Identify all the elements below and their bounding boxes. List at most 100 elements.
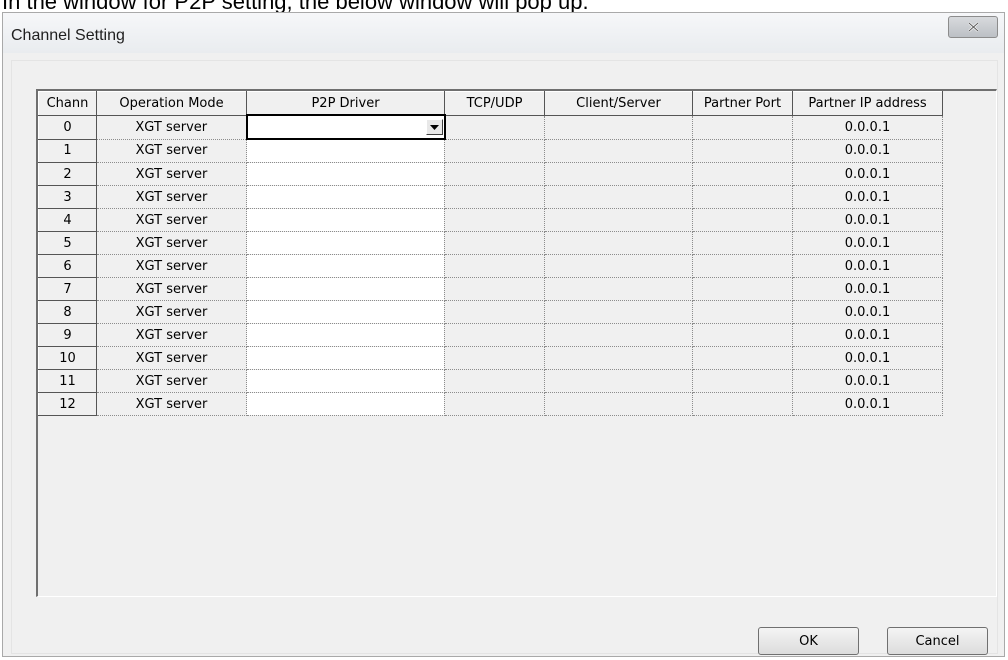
partner-port-cell[interactable] (692, 139, 793, 163)
tcp-udp-cell[interactable] (444, 162, 545, 186)
operation-mode-cell[interactable]: XGT server (96, 323, 247, 347)
column-header-channel[interactable]: Chann (38, 91, 97, 116)
p2p-driver-cell[interactable] (246, 392, 445, 416)
p2p-driver-cell[interactable] (246, 346, 445, 370)
tcp-udp-cell[interactable] (444, 277, 545, 301)
operation-mode-cell[interactable]: XGT server (96, 369, 247, 393)
cancel-button[interactable]: Cancel (887, 627, 988, 655)
title-bar[interactable]: Channel Setting (3, 13, 1004, 53)
column-header-operation-mode[interactable]: Operation Mode (96, 91, 247, 116)
partner-ip-cell[interactable]: 0.0.0.1 (792, 323, 943, 347)
channel-number-cell[interactable]: 7 (38, 277, 97, 301)
p2p-driver-cell[interactable] (246, 369, 445, 393)
operation-mode-cell[interactable]: XGT server (96, 115, 247, 140)
operation-mode-cell[interactable]: XGT server (96, 162, 247, 186)
operation-mode-cell[interactable]: XGT server (96, 254, 247, 278)
partner-port-cell[interactable] (692, 208, 793, 232)
channel-number-cell[interactable]: 12 (38, 392, 97, 416)
partner-ip-cell[interactable]: 0.0.0.1 (792, 277, 943, 301)
operation-mode-cell[interactable]: XGT server (96, 300, 247, 324)
tcp-udp-cell[interactable] (444, 254, 545, 278)
channel-number-cell[interactable]: 4 (38, 208, 97, 232)
client-server-cell[interactable] (544, 254, 693, 278)
operation-mode-cell[interactable]: XGT server (96, 231, 247, 255)
operation-mode-cell[interactable]: XGT server (96, 277, 247, 301)
partner-port-cell[interactable] (692, 392, 793, 416)
channel-number-cell[interactable]: 3 (38, 185, 97, 209)
partner-ip-cell[interactable]: 0.0.0.1 (792, 208, 943, 232)
column-header-p2p-driver[interactable]: P2P Driver (246, 91, 445, 116)
client-server-cell[interactable] (544, 208, 693, 232)
partner-ip-cell[interactable]: 0.0.0.1 (792, 369, 943, 393)
operation-mode-cell[interactable]: XGT server (96, 346, 247, 370)
p2p-driver-cell[interactable] (246, 185, 445, 209)
tcp-udp-cell[interactable] (444, 185, 545, 209)
partner-port-cell[interactable] (692, 300, 793, 324)
partner-port-cell[interactable] (692, 254, 793, 278)
tcp-udp-cell[interactable] (444, 231, 545, 255)
client-server-cell[interactable] (544, 346, 693, 370)
partner-port-cell[interactable] (692, 277, 793, 301)
client-server-cell[interactable] (544, 392, 693, 416)
client-server-cell[interactable] (544, 231, 693, 255)
operation-mode-cell[interactable]: XGT server (96, 392, 247, 416)
operation-mode-cell[interactable]: XGT server (96, 139, 247, 163)
p2p-driver-cell[interactable] (246, 231, 445, 255)
partner-ip-cell[interactable]: 0.0.0.1 (792, 162, 943, 186)
client-server-cell[interactable] (544, 139, 693, 163)
client-server-cell[interactable] (544, 277, 693, 301)
partner-ip-cell[interactable]: 0.0.0.1 (792, 185, 943, 209)
p2p-driver-select[interactable] (249, 117, 443, 137)
channel-number-cell[interactable]: 11 (38, 369, 97, 393)
column-header-partner-port[interactable]: Partner Port (692, 91, 793, 116)
ok-button[interactable]: OK (758, 627, 859, 655)
client-server-cell[interactable] (544, 115, 693, 140)
p2p-driver-dropdown[interactable] (245, 114, 446, 140)
partner-port-cell[interactable] (692, 369, 793, 393)
close-button[interactable] (948, 16, 998, 38)
partner-port-cell[interactable] (692, 323, 793, 347)
tcp-udp-cell[interactable] (444, 369, 545, 393)
channel-number-cell[interactable]: 1 (38, 138, 97, 163)
tcp-udp-cell[interactable] (444, 346, 545, 370)
partner-ip-cell[interactable]: 0.0.0.1 (792, 139, 943, 163)
partner-ip-cell[interactable]: 0.0.0.1 (792, 346, 943, 370)
client-server-cell[interactable] (544, 323, 693, 347)
column-header-tcp-udp[interactable]: TCP/UDP (444, 91, 545, 116)
tcp-udp-cell[interactable] (444, 208, 545, 232)
partner-port-cell[interactable] (692, 185, 793, 209)
client-server-cell[interactable] (544, 300, 693, 324)
p2p-driver-cell[interactable] (246, 208, 445, 232)
partner-ip-cell[interactable]: 0.0.0.1 (792, 300, 943, 324)
partner-port-cell[interactable] (692, 162, 793, 186)
tcp-udp-cell[interactable] (444, 323, 545, 347)
partner-ip-cell[interactable]: 0.0.0.1 (792, 231, 943, 255)
channel-number-cell[interactable]: 0 (38, 114, 97, 140)
p2p-driver-cell[interactable] (246, 300, 445, 324)
operation-mode-cell[interactable]: XGT server (96, 185, 247, 209)
partner-ip-cell[interactable]: 0.0.0.1 (792, 254, 943, 278)
channel-number-cell[interactable]: 5 (38, 231, 97, 255)
partner-port-cell[interactable] (692, 115, 793, 140)
tcp-udp-cell[interactable] (444, 139, 545, 163)
channel-number-cell[interactable]: 2 (38, 162, 97, 186)
client-server-cell[interactable] (544, 185, 693, 209)
p2p-driver-cell[interactable] (246, 277, 445, 301)
partner-port-cell[interactable] (692, 231, 793, 255)
channel-number-cell[interactable]: 6 (38, 254, 97, 278)
client-server-cell[interactable] (544, 162, 693, 186)
channel-number-cell[interactable]: 8 (38, 300, 97, 324)
dropdown-arrow-button[interactable] (425, 119, 443, 135)
p2p-driver-cell[interactable] (246, 323, 445, 347)
channel-number-cell[interactable]: 10 (38, 346, 97, 370)
column-header-client-server[interactable]: Client/Server (544, 91, 693, 116)
tcp-udp-cell[interactable] (444, 115, 545, 140)
partner-ip-cell[interactable]: 0.0.0.1 (792, 392, 943, 416)
client-server-cell[interactable] (544, 369, 693, 393)
tcp-udp-cell[interactable] (444, 392, 545, 416)
p2p-driver-cell[interactable] (246, 162, 445, 186)
column-header-partner-ip-address[interactable]: Partner IP address (792, 91, 943, 116)
operation-mode-cell[interactable]: XGT server (96, 208, 247, 232)
p2p-driver-cell[interactable] (246, 254, 445, 278)
partner-ip-cell[interactable]: 0.0.0.1 (792, 115, 943, 140)
